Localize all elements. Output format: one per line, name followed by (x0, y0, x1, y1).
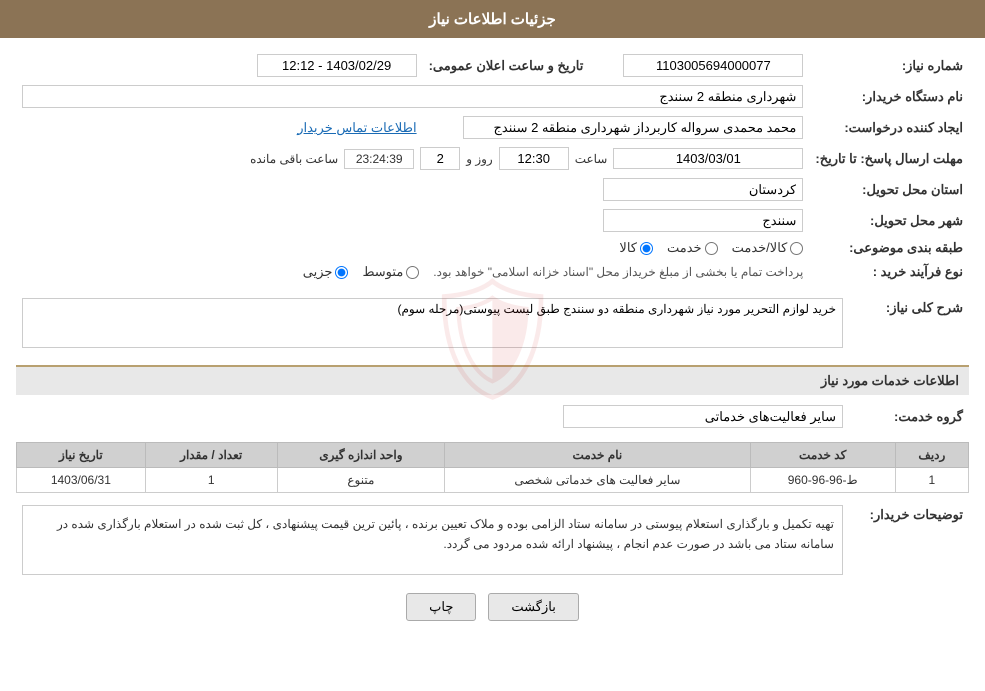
day-label: روز و (466, 152, 493, 166)
notes-table: توضیحات خریدار: تهیه تکمیل و بارگذاری اس… (16, 501, 969, 579)
purchase-type-partial[interactable]: جزیی (303, 264, 349, 280)
purchase-type-label: نوع فرآیند خرید : (809, 260, 969, 284)
deadline-date-input (613, 148, 803, 169)
description-textarea[interactable]: خرید لوازم التحریر مورد نیاز شهرداری منط… (22, 298, 843, 348)
page-title: جزئیات اطلاعات نیاز (429, 11, 556, 28)
need-number-label: شماره نیاز: (809, 50, 969, 81)
col-header-unit: واحد اندازه گیری (277, 443, 444, 468)
purchase-type-medium[interactable]: متوسط (362, 264, 419, 280)
category-option-service[interactable]: خدمت (667, 240, 718, 256)
print-button[interactable]: چاپ (406, 593, 476, 621)
contact-info-link[interactable]: اطلاعات تماس خریدار (297, 120, 416, 135)
col-header-row: ردیف (895, 443, 968, 468)
category-option-goods-services[interactable]: کالا/خدمت (732, 240, 804, 256)
creator-input (463, 116, 803, 139)
city-label: شهر محل تحویل: (809, 205, 969, 236)
cell-name: سایر فعالیت های خدماتی شخصی (445, 468, 751, 493)
table-row: 1 ط-96-96-960 سایر فعالیت های خدماتی شخص… (17, 468, 969, 493)
service-group-table: گروه خدمت: (16, 401, 969, 432)
description-table: شرح کلی نیاز: خرید لوازم التحریر مورد نی… (16, 294, 969, 355)
notes-label: توضیحات خریدار: (849, 501, 969, 579)
purchase-type-radio-group: پرداخت تمام یا بخشی از مبلغ خریداز محل "… (22, 264, 803, 280)
action-buttons: بازگشت چاپ (16, 593, 969, 621)
purchase-type-note: پرداخت تمام یا بخشی از مبلغ خریداز محل "… (433, 265, 803, 279)
service-group-label: گروه خدمت: (849, 401, 969, 432)
page-header: جزئیات اطلاعات نیاز (0, 0, 985, 38)
cell-qty: 1 (145, 468, 277, 493)
cell-row: 1 (895, 468, 968, 493)
info-table: شماره نیاز: تاریخ و ساعت اعلان عمومی: نا… (16, 50, 969, 284)
col-header-code: کد خدمت (750, 443, 895, 468)
creator-label: ایجاد کننده درخواست: (809, 112, 969, 143)
category-label: طبقه بندی موضوعی: (809, 236, 969, 260)
announcement-date-label: تاریخ و ساعت اعلان عمومی: (423, 50, 590, 81)
cell-unit: متنوع (277, 468, 444, 493)
time-label: ساعت (575, 152, 608, 166)
col-header-date: تاریخ نیاز (17, 443, 146, 468)
category-option-goods[interactable]: کالا (619, 240, 653, 256)
services-grid: ردیف کد خدمت نام خدمت واحد اندازه گیری ت… (16, 442, 969, 493)
city-input (603, 209, 803, 232)
notes-box: تهیه تکمیل و بارگذاری استعلام پیوستی در … (22, 505, 843, 575)
countdown-display: 23:24:39 (344, 149, 414, 169)
buyer-org-input (22, 85, 803, 108)
cell-code: ط-96-96-960 (750, 468, 895, 493)
need-number-input[interactable] (623, 54, 803, 77)
services-section-title: اطلاعات خدمات مورد نیاز (16, 365, 969, 395)
notes-text: تهیه تکمیل و بارگذاری استعلام پیوستی در … (57, 517, 834, 551)
buyer-org-label: نام دستگاه خریدار: (809, 81, 969, 112)
category-radio-group: کالا/خدمت خدمت کالا (22, 240, 803, 256)
deadline-time-input (499, 147, 569, 170)
announcement-date-input (257, 54, 417, 77)
cell-date: 1403/06/31 (17, 468, 146, 493)
remaining-label: ساعت باقی مانده (250, 152, 338, 166)
col-header-qty: تعداد / مقدار (145, 443, 277, 468)
deadline-label: مهلت ارسال پاسخ: تا تاریخ: (809, 143, 969, 174)
description-label: شرح کلی نیاز: (849, 294, 969, 355)
province-label: استان محل تحویل: (809, 174, 969, 205)
deadline-days-input (420, 147, 460, 170)
province-input (603, 178, 803, 201)
col-header-name: نام خدمت (445, 443, 751, 468)
back-button[interactable]: بازگشت (488, 593, 578, 621)
service-group-input (563, 405, 843, 428)
